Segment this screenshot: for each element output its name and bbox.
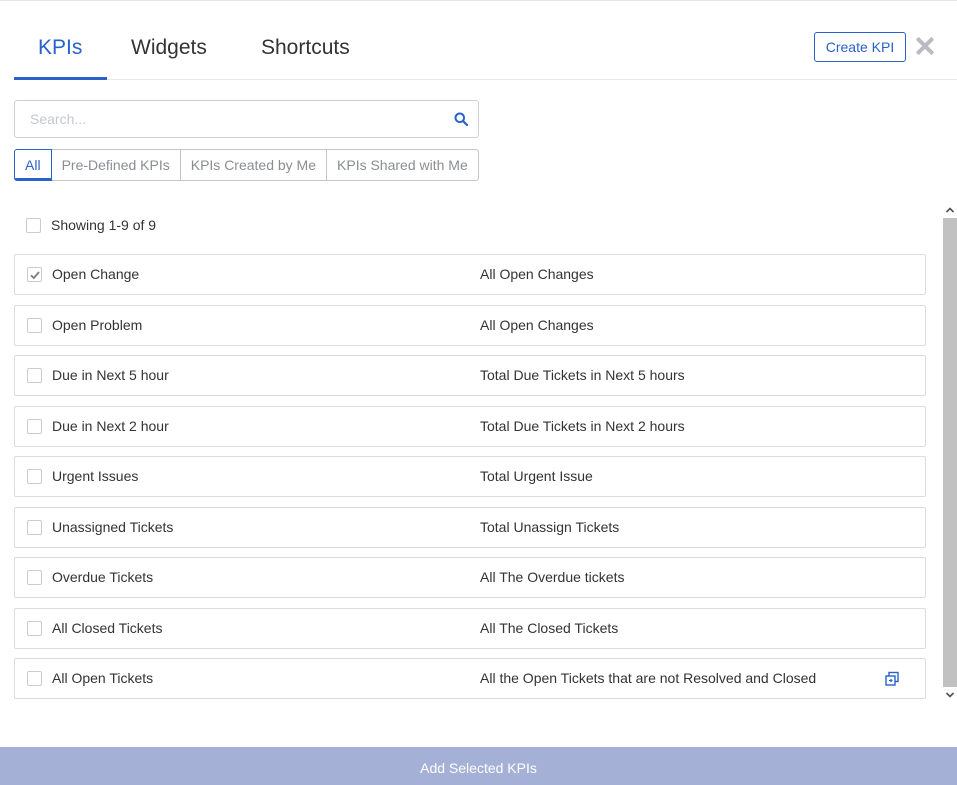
kpi-row-name: Open Change bbox=[52, 266, 140, 282]
kpi-filter-group: All Pre-Defined KPIs KPIs Created by Me … bbox=[14, 149, 479, 181]
scrollbar-thumb[interactable] bbox=[943, 218, 957, 687]
search-icon[interactable] bbox=[454, 112, 468, 126]
kpi-row-description: Total Unassign Tickets bbox=[480, 519, 620, 535]
kpi-row-description: All Open Changes bbox=[480, 266, 594, 282]
close-icon[interactable] bbox=[913, 34, 937, 58]
kpi-row[interactable]: Open Problem All Open Changes bbox=[14, 305, 926, 346]
tab-widgets[interactable]: Widgets bbox=[131, 36, 207, 60]
kpi-row-checkbox[interactable] bbox=[27, 469, 42, 484]
kpi-row-name: Due in Next 2 hour bbox=[52, 418, 169, 434]
kpi-row-checkbox[interactable] bbox=[27, 621, 42, 636]
checkmark-icon bbox=[30, 271, 40, 280]
kpi-row[interactable]: Overdue Tickets All The Overdue tickets bbox=[14, 557, 926, 598]
kpi-row[interactable]: Due in Next 5 hour Total Due Tickets in N… bbox=[14, 355, 926, 396]
create-kpi-button[interactable]: Create KPI bbox=[814, 32, 906, 62]
showing-count-label: Showing 1-9 of 9 bbox=[51, 217, 157, 233]
top-border bbox=[0, 0, 957, 1]
tab-kpis[interactable]: KPIs bbox=[38, 36, 82, 60]
kpi-row-checkbox[interactable] bbox=[27, 520, 42, 535]
search-input[interactable] bbox=[15, 101, 435, 137]
scrollbar[interactable] bbox=[943, 202, 957, 703]
kpi-row[interactable]: Urgent Issues Total Urgent Issue bbox=[14, 456, 926, 497]
kpi-row[interactable]: Unassigned Tickets Total Unassign Tickets bbox=[14, 507, 926, 548]
kpi-row-name: Unassigned Tickets bbox=[52, 519, 174, 535]
kpi-row-checkbox[interactable] bbox=[27, 671, 42, 686]
kpi-row-description: All The Closed Tickets bbox=[480, 620, 619, 636]
kpi-row[interactable]: All Open Tickets All the Open Tickets tha… bbox=[14, 658, 926, 699]
kpi-row-description: All the Open Tickets that are not Resolv… bbox=[480, 670, 817, 686]
filter-kpis-shared-with-me[interactable]: KPIs Shared with Me bbox=[326, 149, 479, 181]
scroll-down-arrow[interactable] bbox=[943, 687, 957, 703]
kpi-row-name: Due in Next 5 hour bbox=[52, 367, 169, 383]
kpi-row[interactable]: Due in Next 2 hour Total Due Tickets in N… bbox=[14, 406, 926, 447]
kpi-row-name: Overdue Tickets bbox=[52, 569, 154, 585]
filter-kpis-created-by-me[interactable]: KPIs Created by Me bbox=[179, 149, 328, 181]
kpi-row[interactable]: All Closed Tickets All The Closed Tickets bbox=[14, 608, 926, 649]
tab-shortcuts[interactable]: Shortcuts bbox=[261, 36, 350, 60]
kpi-row-checkbox[interactable] bbox=[27, 570, 42, 585]
copy-icon[interactable] bbox=[884, 671, 900, 687]
kpi-row-name: All Closed Tickets bbox=[52, 620, 163, 636]
kpi-row-name: All Open Tickets bbox=[52, 670, 154, 686]
kpi-row-name: Open Problem bbox=[52, 317, 143, 333]
filter-pre-defined-kpis[interactable]: Pre-Defined KPIs bbox=[50, 149, 181, 181]
filter-all[interactable]: All bbox=[14, 149, 52, 181]
kpi-row-checkbox[interactable] bbox=[27, 267, 42, 282]
kpi-row-description: All Open Changes bbox=[480, 317, 594, 333]
select-all-checkbox[interactable] bbox=[26, 218, 41, 233]
kpi-row-description: Total Urgent Issue bbox=[480, 468, 593, 484]
kpi-row-checkbox[interactable] bbox=[27, 318, 42, 333]
kpi-row-description: Total Due Tickets in Next 2 hours bbox=[480, 418, 685, 434]
kpi-row-name: Urgent Issues bbox=[52, 468, 139, 484]
add-selected-kpis-button[interactable]: Add Selected KPIs bbox=[0, 747, 957, 785]
search-box bbox=[14, 100, 479, 138]
kpi-row-checkbox[interactable] bbox=[27, 368, 42, 383]
kpi-row-checkbox[interactable] bbox=[27, 419, 42, 434]
active-tab-indicator bbox=[14, 77, 107, 80]
kpi-row[interactable]: Open Change All Open Changes bbox=[14, 254, 926, 295]
kpi-row-description: All The Overdue tickets bbox=[480, 569, 625, 585]
scroll-up-arrow[interactable] bbox=[943, 202, 957, 218]
kpi-row-description: Total Due Tickets in Next 5 hours bbox=[480, 367, 685, 383]
